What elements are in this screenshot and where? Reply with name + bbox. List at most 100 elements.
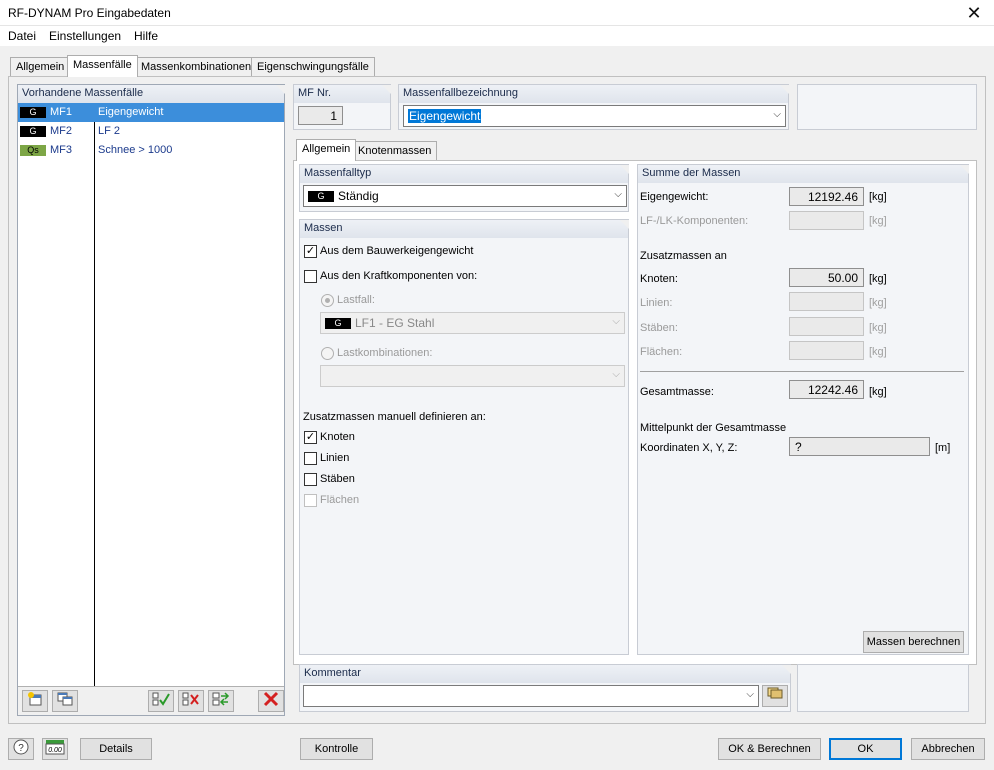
cancel-button[interactable]: Abbrechen — [911, 738, 985, 760]
chevron-down-icon: ⌵ — [746, 689, 754, 700]
mf-nr-group: MF Nr. 1 — [293, 84, 391, 130]
lf-components-unit: [kg] — [869, 215, 887, 227]
deselect-all-button[interactable] — [178, 690, 204, 712]
badge-g: G — [20, 106, 46, 118]
units-button[interactable]: 0.00 — [42, 738, 68, 760]
total-mass-unit: [kg] — [869, 386, 887, 398]
mf-name: Eigengewicht — [98, 106, 164, 118]
delete-mass-case-button[interactable] — [258, 690, 284, 712]
mf-name: Schnee > 1000 — [98, 144, 173, 156]
list-toolbar — [18, 686, 284, 715]
center-of-mass-label: Mittelpunkt der Gesamtmasse — [640, 422, 787, 434]
chevron-down-icon: ⌵ — [612, 316, 620, 327]
total-mass-label: Gesamtmasse: — [640, 386, 714, 398]
lines-label: Linien — [320, 452, 350, 464]
surfaces-checkbox[interactable] — [304, 494, 317, 507]
mass-cases-panel: Vorhandene Massenfälle G MF1 Eigengewicht… — [17, 84, 285, 716]
lines-sum-unit: [kg] — [869, 297, 887, 309]
lines-sum-value — [789, 292, 864, 311]
new-mass-case-button[interactable] — [22, 690, 48, 712]
details-button[interactable]: Details — [80, 738, 152, 760]
menu-datei[interactable]: Datei — [8, 29, 36, 43]
mass-case-type-combo[interactable]: G Ständig ⌵ — [303, 185, 627, 207]
surfaces-sum-unit: [kg] — [869, 346, 887, 358]
coordinates-label: Koordinaten X, Y, Z: — [640, 442, 738, 454]
coordinates-unit: [m] — [935, 442, 951, 454]
copy-mass-case-button[interactable] — [52, 690, 78, 712]
mass-case-type-group: Massenfalltyp G Ständig ⌵ — [299, 164, 629, 212]
self-weight-label: Aus dem Bauwerkeigengewicht — [320, 245, 474, 257]
force-components-label: Aus den Kraftkomponenten von: — [320, 270, 478, 282]
compute-masses-button[interactable]: Massen berechnen — [863, 631, 964, 653]
mf-id: MF3 — [50, 144, 72, 156]
lines-checkbox[interactable] — [304, 452, 317, 465]
list-item[interactable]: G MF2 LF 2 — [18, 122, 284, 141]
lf-components-label: LF-/LK-Komponenten: — [640, 215, 749, 227]
list-item[interactable]: Qs MF3 Schnee > 1000 — [18, 141, 284, 160]
members-checkbox[interactable] — [304, 473, 317, 486]
force-components-checkbox[interactable] — [304, 270, 317, 283]
additional-masses-label: Zusatzmassen an — [640, 250, 727, 262]
mf-nr-label: MF Nr. — [294, 85, 391, 103]
load-combination-radio[interactable] — [321, 347, 334, 360]
nodes-sum-unit: [kg] — [869, 273, 887, 285]
designation-combo[interactable]: Eigengewicht ⌵ — [403, 105, 786, 127]
inner-tab-allgemein[interactable]: Allgemein — [296, 139, 357, 161]
manual-masses-label: Zusatzmassen manuell definieren an: — [303, 411, 486, 423]
tab-massenfaelle[interactable]: Massenfälle — [67, 55, 138, 77]
chevron-down-icon: ⌵ — [773, 109, 781, 120]
members-sum-value — [789, 317, 864, 336]
select-all-button[interactable] — [148, 690, 174, 712]
window-title: RF-DYNAM Pro Eingabedaten — [8, 6, 171, 20]
new-item-icon — [28, 692, 42, 706]
surfaces-label: Flächen — [320, 494, 360, 506]
load-case-combo[interactable]: G LF1 - EG Stahl ⌵ — [320, 312, 625, 334]
masses-group: Massen ✓ Aus dem Bauwerkeigengewicht Aus… — [299, 219, 629, 655]
load-case-radio[interactable] — [321, 294, 334, 307]
mf-name: LF 2 — [98, 125, 121, 137]
menu-hilfe[interactable]: Hilfe — [134, 29, 158, 43]
load-combination-combo[interactable]: ⌵ — [320, 365, 625, 387]
mf-id: MF2 — [50, 125, 72, 137]
help-button[interactable]: ? — [8, 738, 34, 760]
mf-nr-value: 1 — [298, 106, 343, 125]
tab-allgemein[interactable]: Allgemein — [10, 57, 71, 77]
chevron-down-icon: ⌵ — [612, 369, 620, 380]
nodes-sum-label: Knoten: — [640, 273, 678, 285]
close-icon[interactable]: ✕ — [954, 0, 994, 26]
ok-calculate-button[interactable]: OK & Berechnen — [718, 738, 821, 760]
inner-tab-knotenmassen[interactable]: Knotenmassen — [352, 141, 438, 161]
coordinates-value: ? — [789, 437, 930, 456]
lines-sum-label: Linien: — [640, 297, 673, 309]
check-button[interactable]: Kontrolle — [300, 738, 373, 760]
svg-text:?: ? — [18, 743, 24, 754]
nodes-checkbox[interactable]: ✓ — [304, 431, 317, 444]
list-column-divider — [94, 103, 95, 687]
delete-icon — [263, 691, 279, 707]
comment-library-button[interactable] — [762, 685, 788, 707]
members-sum-label: Stäben: — [640, 322, 678, 334]
library-icon — [767, 687, 783, 699]
nodes-label: Knoten — [320, 431, 355, 443]
toggle-selection-button[interactable] — [208, 690, 234, 712]
mass-cases-header: Vorhandene Massenfälle — [18, 85, 285, 103]
tab-eigenschwingungsfaelle[interactable]: Eigenschwingungsfälle — [251, 57, 375, 77]
check-all-icon — [152, 692, 170, 706]
tab-massenkombinationen[interactable]: Massenkombinationen — [135, 57, 258, 77]
designation-value: Eigengewicht — [408, 109, 482, 123]
self-weight-checkbox[interactable]: ✓ — [304, 245, 317, 258]
list-item[interactable]: G MF1 Eigengewicht — [18, 103, 284, 122]
surfaces-sum-label: Flächen: — [640, 346, 683, 358]
load-case-value: LF1 - EG Stahl — [355, 316, 435, 330]
menu-bar: Datei Einstellungen Hilfe — [0, 26, 994, 46]
mass-sum-group: Summe der Massen Eigengewicht: 12192.46 … — [637, 164, 969, 655]
ok-button[interactable]: OK — [829, 738, 902, 760]
units-icon: 0.00 — [45, 740, 65, 755]
masses-label: Massen — [300, 220, 629, 238]
total-mass-value: 12242.46 — [789, 380, 864, 399]
comment-combo[interactable]: ⌵ — [303, 685, 759, 707]
comment-label: Kommentar — [300, 665, 791, 683]
nodes-sum-value: 50.00 — [789, 268, 864, 287]
title-bar: RF-DYNAM Pro Eingabedaten ✕ — [0, 0, 994, 26]
menu-einstellungen[interactable]: Einstellungen — [49, 29, 121, 43]
